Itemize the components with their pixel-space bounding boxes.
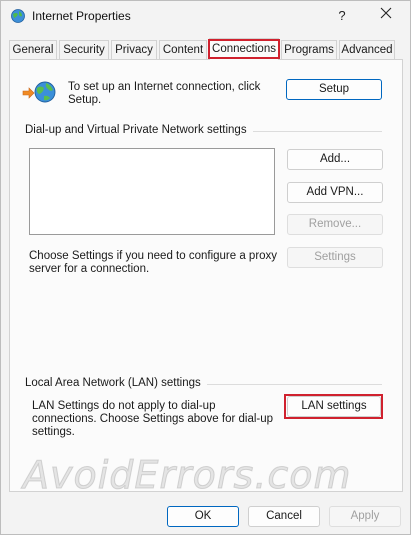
add-button[interactable]: Add... — [287, 149, 383, 170]
tab-connections[interactable]: Connections — [209, 38, 279, 60]
settings-button[interactable]: Settings — [287, 247, 383, 268]
remove-button[interactable]: Remove... — [287, 214, 383, 235]
tab-security[interactable]: Security — [59, 40, 109, 60]
add-vpn-button[interactable]: Add VPN... — [287, 182, 383, 203]
lan-settings-button[interactable]: LAN settings — [287, 396, 381, 417]
setup-button[interactable]: Setup — [286, 79, 382, 100]
dialup-section-label: Dial-up and Virtual Private Network sett… — [25, 124, 253, 136]
tab-privacy[interactable]: Privacy — [111, 40, 157, 60]
tab-advanced[interactable]: Advanced — [339, 40, 395, 60]
tab-general[interactable]: General — [9, 40, 57, 60]
ok-button[interactable]: OK — [167, 506, 239, 527]
globe-connection-icon — [22, 80, 58, 106]
tab-content[interactable]: Content — [159, 40, 207, 60]
title-bar: Internet Properties ? — [1, 1, 410, 32]
help-button[interactable]: ? — [327, 5, 357, 27]
lan-description: LAN Settings do not apply to dial-up con… — [32, 400, 274, 438]
setup-description: To set up an Internet connection, click … — [68, 81, 261, 106]
window-title: Internet Properties — [32, 9, 131, 23]
cancel-button[interactable]: Cancel — [248, 506, 320, 527]
help-icon: ? — [338, 8, 346, 23]
close-button[interactable] — [369, 5, 403, 27]
tab-programs[interactable]: Programs — [281, 40, 337, 60]
tab-strip: General Security Privacy Content Connect… — [9, 38, 404, 60]
apply-button[interactable]: Apply — [329, 506, 401, 527]
lan-section-label: Local Area Network (LAN) settings — [25, 377, 207, 389]
connections-listbox[interactable] — [29, 148, 275, 235]
close-icon — [380, 7, 392, 22]
proxy-description: Choose Settings if you need to configure… — [29, 250, 278, 275]
internet-properties-icon — [10, 8, 26, 24]
watermark: AvoidErrors.com — [23, 453, 352, 498]
internet-properties-window: Internet Properties ? General Security P… — [0, 0, 411, 535]
